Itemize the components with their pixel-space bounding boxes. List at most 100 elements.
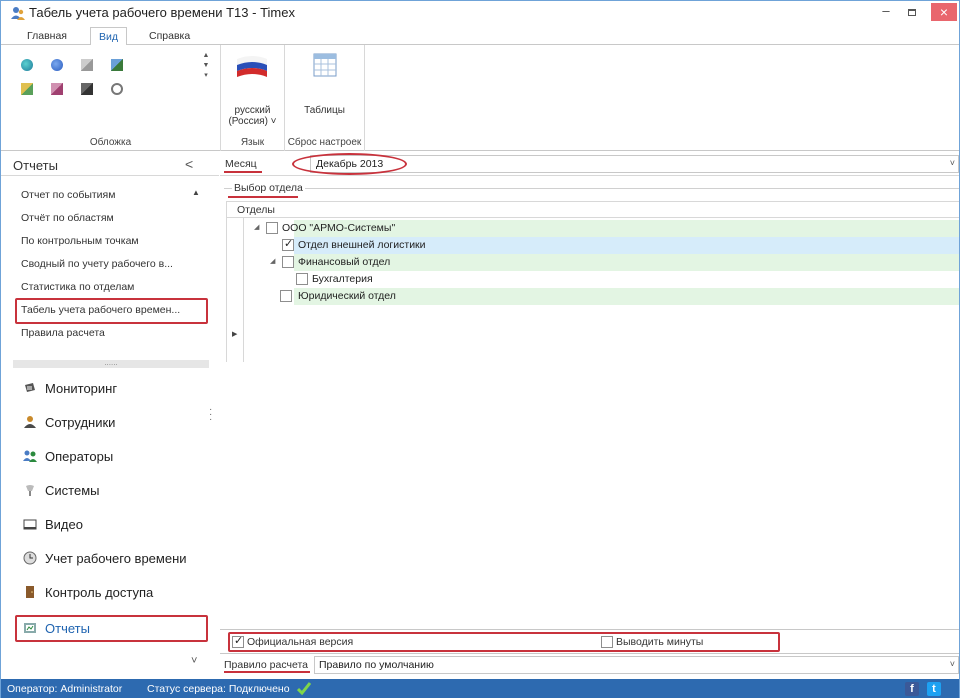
module-label: Контроль доступа [45, 585, 154, 600]
close-button[interactable]: × [931, 3, 957, 21]
section-divider [224, 188, 959, 189]
report-item-events[interactable]: Отчет по событиям [21, 189, 115, 201]
skin-icon[interactable] [111, 83, 123, 95]
department-checkbox[interactable] [282, 256, 294, 268]
window-title: Табель учета рабочего времени Т13 - Time… [29, 5, 295, 20]
department-checkbox[interactable] [266, 222, 278, 234]
row-pointer-icon: ▶ [232, 331, 238, 338]
language-button-sublabel[interactable]: (Россия) ˅ [221, 116, 284, 127]
tree-row[interactable]: Бухгалтерия [244, 271, 959, 288]
ribbon-group-reset-label: Сброс настроек [287, 137, 362, 148]
skin-icon[interactable] [81, 59, 93, 71]
reports-scroll-up-icon[interactable]: ▲ [192, 188, 200, 197]
department-label: Финансовый отдел [298, 256, 391, 268]
chevron-down-icon[interactable]: ˅ [950, 659, 955, 669]
month-circle-highlight [292, 153, 407, 175]
department-checkbox[interactable] [282, 237, 294, 251]
options-bar: Официальная версия Выводить минуты [220, 629, 959, 652]
module-label: Учет рабочего времени [45, 551, 187, 566]
report-item-summary[interactable]: Сводный по учету рабочего в... [21, 258, 173, 270]
maximize-button[interactable] [905, 5, 919, 19]
ribbon-group-skins-label: Обложка [89, 137, 132, 148]
module-video[interactable]: Видео [23, 517, 83, 532]
module-label: Видео [45, 517, 83, 532]
skin-icon[interactable] [21, 83, 33, 95]
minimize-button[interactable]: – [879, 4, 893, 19]
nav-more-button[interactable]: ˅ [191, 655, 197, 667]
highlight-options [228, 632, 780, 652]
month-select[interactable]: Декабрь 2013 ˅ [310, 155, 959, 173]
department-label: ООО "АРМО-Системы" [282, 222, 396, 234]
tab-view[interactable]: Вид [90, 27, 127, 46]
tree-row[interactable]: ◢ ООО "АРМО-Системы" [244, 220, 959, 237]
status-bar: Оператор: Administrator Статус сервера: … [1, 679, 959, 698]
skin-icon[interactable] [111, 59, 123, 71]
skin-icon[interactable] [51, 59, 63, 71]
highlight-timesheet [15, 298, 208, 324]
app-users-icon [11, 7, 25, 20]
main-content: Месяц Декабрь 2013 ˅ Выбор отдела Отделы… [220, 152, 959, 679]
chevron-down-icon[interactable]: ˅ [950, 158, 955, 168]
language-button-label[interactable]: русский [221, 105, 284, 116]
tables-button[interactable]: Таблицы [285, 105, 364, 116]
module-operators[interactable]: Операторы [23, 449, 113, 464]
department-checkbox[interactable] [280, 290, 292, 302]
app-window: Табель учета рабочего времени Т13 - Time… [0, 0, 960, 698]
navigation-pane: Отчеты < ▲ Отчет по событиям Отчёт по об… [1, 152, 219, 679]
rule-underline [224, 671, 310, 673]
module-monitoring[interactable]: Мониторинг [23, 381, 117, 396]
rule-bar: Правило расчета Правило по умолчанию ˅ [220, 653, 959, 675]
module-label: Операторы [45, 449, 114, 464]
month-underline [224, 171, 262, 173]
monitor-icon [25, 383, 35, 392]
report-item-checkpoints[interactable]: По контрольным точкам [21, 235, 139, 247]
skin-icon[interactable] [21, 59, 33, 71]
video-icon [23, 519, 37, 530]
nav-resize-grip[interactable]: · · · [209, 405, 213, 425]
gallery-scroll[interactable]: ▲ ▼ ▾ [201, 51, 211, 115]
module-employees[interactable]: Сотрудники [23, 415, 115, 430]
tab-help[interactable]: Справка [141, 27, 198, 46]
expand-icon[interactable]: ◢ [254, 223, 259, 231]
module-label: Мониторинг [45, 381, 118, 396]
highlight-reports-module [15, 615, 208, 642]
collapse-nav-button[interactable]: < [185, 156, 193, 172]
ribbon-group-skins: ▲ ▼ ▾ Обложка [1, 45, 221, 151]
expand-icon[interactable]: ◢ [270, 257, 275, 265]
operators-icon [23, 450, 37, 462]
module-time-tracking[interactable]: Учет рабочего времени [23, 551, 187, 566]
table-icon[interactable] [313, 53, 337, 77]
russian-flag-icon[interactable] [235, 53, 269, 79]
ribbon-group-language-label: Язык [240, 137, 265, 148]
module-systems[interactable]: Системы [23, 483, 99, 498]
report-item-calc-rules[interactable]: Правила расчета [21, 327, 105, 339]
rule-select[interactable]: Правило по умолчанию ˅ [314, 656, 959, 674]
tab-home[interactable]: Главная [19, 27, 75, 46]
title-bar: Табель учета рабочего времени Т13 - Time… [1, 1, 959, 25]
department-checkbox[interactable] [296, 273, 308, 285]
report-item-dept-stats[interactable]: Статистика по отделам [21, 281, 134, 293]
tree-row[interactable]: ◢ Финансовый отдел [244, 254, 959, 271]
tree-header: Отделы [226, 201, 959, 218]
ribbon-group-reset: Таблицы Сброс настроек [285, 45, 365, 151]
section-underline [228, 196, 298, 198]
server-status: Статус сервера: Подключено [147, 683, 290, 695]
module-access-control[interactable]: Контроль доступа [23, 585, 153, 600]
twitter-icon[interactable]: t [927, 682, 941, 696]
facebook-icon[interactable]: f [905, 682, 919, 696]
nav-header: Отчеты < [1, 152, 219, 176]
ribbon: ▲ ▼ ▾ Обложка русский (Россия) ˅ Язык Табл… [1, 45, 959, 151]
rule-value: Правило по умолчанию [319, 659, 434, 671]
maximize-icon [908, 9, 916, 16]
nav-splitter[interactable]: ...... [13, 359, 209, 368]
module-label: Системы [45, 483, 100, 498]
clock-icon [23, 551, 37, 565]
skin-icon[interactable] [81, 83, 93, 95]
tree-row[interactable]: Юридический отдел [244, 288, 959, 305]
report-item-areas[interactable]: Отчёт по областям [21, 212, 114, 224]
tree-row[interactable]: Отдел внешней логистики [244, 237, 959, 254]
checkmark-icon [297, 682, 311, 695]
row-bg [294, 254, 959, 271]
systems-icon [26, 485, 34, 496]
skin-icon[interactable] [51, 83, 63, 95]
